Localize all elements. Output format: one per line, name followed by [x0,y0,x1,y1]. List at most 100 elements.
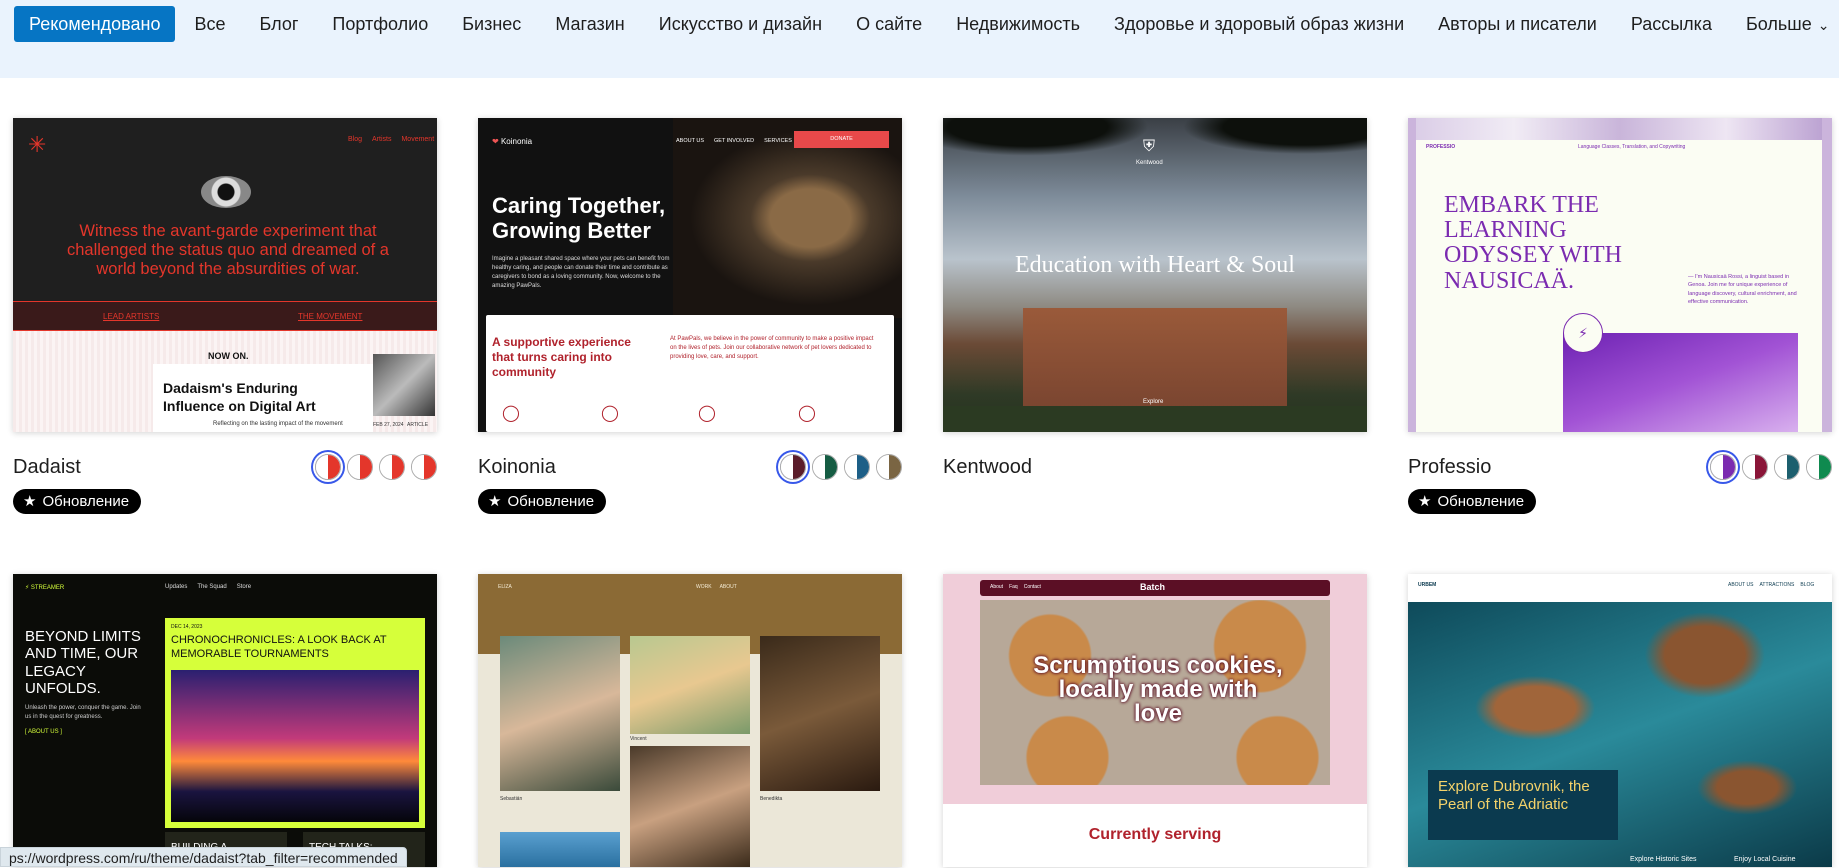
dog-icon: ◯ [502,405,520,422]
dubrovnik-link-1: Explore Historic Sites [1630,856,1697,863]
dadaist-article-caption: Reflecting on the lasting impact of the … [213,421,343,427]
tab-authors[interactable]: Авторы и писатели [1421,6,1614,42]
theme-name[interactable]: Professio [1408,456,1491,479]
pug-photo [673,118,902,318]
gallery-caption-1: Vincent [630,736,647,742]
style-variation-swatch[interactable] [780,454,806,480]
style-variation-swatch[interactable] [1710,454,1736,480]
style-variation-swatch[interactable] [844,454,870,480]
dubrovnik-preview-nav: ABOUT US ATTRACTIONS BLOG [1728,582,1814,588]
dadaist-article-date: FEB 27, 2024 [373,422,404,428]
batch-nav-item: Contact [1023,584,1041,590]
dadaist-photo [373,354,435,416]
tab-portfolio[interactable]: Портфолио [315,6,445,42]
dadaist-link-movement: THE MOVEMENT [298,312,363,321]
theme-name[interactable]: Koinonia [478,456,556,479]
koinonia-feature-panel: A supportive experience that turns carin… [486,315,894,432]
tab-all[interactable]: Все [177,6,242,42]
tab-about[interactable]: О сайте [839,6,939,42]
bowl-icon: ◯ [698,405,716,422]
gallery-logo: ELIZA [498,584,512,590]
dadaist-preview-nav: Blog Artists Movement [348,136,434,143]
dadaist-link-strip: LEAD ARTISTS THE MOVEMENT [13,301,437,331]
style-variation-swatch[interactable] [812,454,838,480]
kentwood-logo: Kentwood [1136,160,1163,166]
style-variation-swatch[interactable] [411,454,437,480]
building-illustration [1023,308,1287,408]
style-variation-swatch[interactable] [1742,454,1768,480]
tab-art-design[interactable]: Искусство и дизайн [642,6,839,42]
tab-recommended[interactable]: Рекомендовано [14,6,176,42]
update-badge-label: Обновление [507,493,595,510]
dubrovnik-link-2: Enjoy Local Cuisine [1734,856,1796,863]
link-preview-statusbar: ps://wordpress.com/ru/theme/dadaist?tab_… [0,847,407,867]
theme-name[interactable]: Kentwood [943,456,1032,479]
theme-preview-streamer[interactable]: ⚡ STREAMER Updates The Squad Store BEYON… [13,574,437,867]
update-badge: ★ Обновление [1408,489,1537,514]
tab-store[interactable]: Магазин [538,6,641,42]
style-variations [1710,454,1832,480]
theme-preview-gallery[interactable]: ELIZA WORK ABOUT Vincent Sebastián Bened… [478,574,902,867]
gallery-nav-item: WORK [696,584,712,590]
tab-real-estate[interactable]: Недвижимость [939,6,1097,42]
theme-name[interactable]: Dadaist [13,456,81,479]
tab-business[interactable]: Бизнес [445,6,538,42]
style-variation-swatch[interactable] [1806,454,1832,480]
style-variation-swatch[interactable] [315,454,341,480]
theme-preview-dubrovnik[interactable]: URBEM ABOUT US ATTRACTIONS BLOG Explore … [1408,574,1832,867]
batch-nav-bar: About Faq Contact Batch [980,580,1330,596]
tab-more[interactable]: Больше ⌄ [1729,6,1839,42]
dubrovnik-logo: URBEM [1418,582,1437,588]
koinonia-sub-body: At PawPals, we believe in the power of c… [670,336,874,360]
category-filter-bar: Рекомендовано Все Блог Портфолио Бизнес … [0,0,1839,78]
star-icon: ★ [488,493,502,510]
theme-preview-koinonia[interactable]: ❤ Koinonia ABOUT US GET INVOLVED SERVICE… [478,118,902,432]
streamer-post-title: CHRONOCHRONICLES: A LOOK BACK AT MEMORAB… [171,634,387,660]
tab-health[interactable]: Здоровье и здоровый образ жизни [1097,6,1421,42]
batch-preview-nav: About Faq Contact [990,584,1041,590]
painting-old-man [630,746,750,867]
professio-intro: — I'm Nausicaä Rossi, a linguist based i… [1688,274,1797,305]
style-variation-swatch[interactable] [876,454,902,480]
streamer-nav-item: Store [236,584,252,590]
streamer-logo: ⚡ STREAMER [25,585,65,591]
streamer-post-date: DEC 14, 2023 [171,624,203,630]
batch-nav-item: Faq [1009,584,1018,590]
theme-preview-batch[interactable]: About Faq Contact Batch Scrumptious cook… [943,574,1367,867]
painting-beach [630,636,750,734]
batch-logo: Batch [1140,582,1166,592]
dubrovnik-nav-item: ABOUT US [1728,582,1754,588]
theme-preview-professio[interactable]: PROFESSIO Language Classes, Translation,… [1408,118,1832,432]
style-variation-swatch[interactable] [379,454,405,480]
painting-portrait [760,636,880,791]
dubrovnik-nav-item: ATTRACTIONS [1759,582,1795,588]
streamer-logo-text: STREAMER [30,585,65,591]
update-badge-label: Обновление [42,493,130,510]
dadaist-logo-icon: ✳ [28,132,47,157]
theme-preview-kentwood[interactable]: ⛨ Kentwood Education with Heart & Soul E… [943,118,1367,432]
streamer-headline: BEYOND LIMITS AND TIME, OUR LEGACY UNFOL… [25,628,141,697]
eye-illustration [201,176,251,208]
koinonia-sub-headline: A supportive experience that turns carin… [492,335,631,379]
gallery-nav-item: ABOUT [719,584,737,590]
koinonia-preview-nav: ABOUT US GET INVOLVED SERVICES [676,138,792,144]
theme-preview-dadaist[interactable]: ✳ Blog Artists Movement Witness the avan… [13,118,437,432]
painting-woman [500,636,620,791]
style-variation-swatch[interactable] [347,454,373,480]
dadaist-nav-item: Blog [348,136,363,143]
professio-logo: PROFESSIO [1426,144,1456,150]
style-variation-swatch[interactable] [1774,454,1800,480]
batch-nav-item: About [990,584,1004,590]
streamer-about-link: [ ABOUT US ] [25,729,62,735]
tab-blog[interactable]: Блог [243,6,316,42]
koinonia-logo: ❤ Koinonia [492,137,532,146]
update-badge-label: Обновление [1437,493,1525,510]
dadaist-headline: Witness the avant-garde experiment that … [67,222,389,278]
gallery-preview-nav: WORK ABOUT [696,584,737,590]
kentwood-explore: Explore [1143,399,1164,405]
tab-newsletter[interactable]: Рассылка [1614,6,1729,42]
update-badge: ★ Обновление [13,489,142,514]
kentwood-headline: Education with Heart & Soul [1015,252,1295,278]
gallery-caption-3: Benedikta [760,796,783,802]
style-variations [315,454,437,480]
